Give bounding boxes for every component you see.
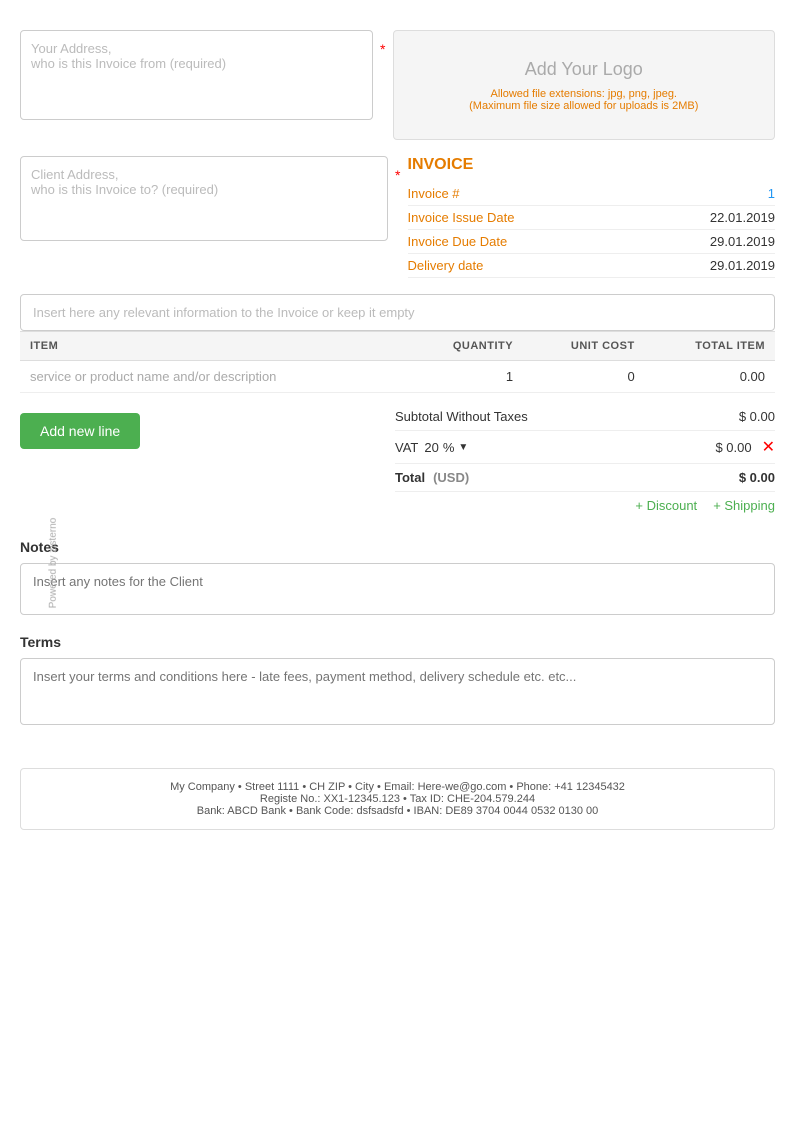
subtotal-label: Subtotal Without Taxes	[395, 409, 528, 424]
item-total: 0.00	[645, 361, 775, 393]
client-placeholder-line2: who is this Invoice to? (required)	[31, 182, 218, 197]
address-required-star: *	[380, 41, 385, 57]
invoice-title: INVOICE	[408, 156, 776, 174]
subtotal-value: $ 0.00	[739, 409, 775, 424]
footer-line1: My Company • Street 1111 • CH ZIP • City…	[33, 781, 762, 793]
notes-title: Notes	[20, 539, 775, 555]
col-quantity: QUANTITY	[407, 332, 523, 361]
col-unit-cost: UNIT COST	[523, 332, 645, 361]
invoice-details: INVOICE Invoice # 1 Invoice Issue Date 2…	[408, 156, 776, 278]
vat-percent-value: 20	[424, 440, 438, 455]
invoice-field-row: Invoice Issue Date 22.01.2019	[408, 206, 776, 230]
notes-section: Notes	[20, 539, 775, 618]
vat-chevron-icon[interactable]: ▼	[458, 442, 468, 453]
col-total-item: TOTAL ITEM	[645, 332, 775, 361]
invoice-field-row: Invoice # 1	[408, 182, 776, 206]
invoice-field-label: Invoice #	[408, 186, 460, 201]
terms-section: Terms	[20, 634, 775, 728]
total-value: $ 0.00	[739, 470, 775, 485]
invoice-field-row: Delivery date 29.01.2019	[408, 254, 776, 278]
logo-upload-box[interactable]: Add Your Logo Allowed file extensions: j…	[393, 30, 776, 140]
invoice-info-bar[interactable]: Insert here any relevant information to …	[20, 294, 775, 331]
invoice-field-label: Delivery date	[408, 258, 484, 273]
address-placeholder-line2: who is this Invoice from (required)	[31, 56, 226, 71]
items-table: ITEM QUANTITY UNIT COST TOTAL ITEM servi…	[20, 331, 775, 393]
logo-note: Allowed file extensions: jpg, png, jpeg.…	[469, 88, 698, 112]
invoice-field-value: 29.01.2019	[710, 234, 775, 249]
vat-label: VAT	[395, 440, 418, 455]
invoice-field-value: 22.01.2019	[710, 210, 775, 225]
vat-value: $ 0.00	[715, 440, 751, 455]
invoice-field-row: Invoice Due Date 29.01.2019	[408, 230, 776, 254]
left-bottom: Add new line	[20, 403, 395, 519]
client-required-star: *	[395, 167, 400, 183]
discount-shipping-row: + Discount + Shipping	[395, 492, 775, 519]
invoice-field-value[interactable]: 1	[768, 186, 775, 201]
discount-link[interactable]: + Discount	[635, 498, 697, 513]
shipping-link[interactable]: + Shipping	[713, 498, 775, 513]
your-address-box[interactable]: Your Address, who is this Invoice from (…	[20, 30, 373, 120]
footer-line3: Bank: ABCD Bank • Bank Code: dsfsadsfd •…	[33, 805, 762, 817]
logo-title: Add Your Logo	[525, 59, 643, 80]
info-bar-placeholder: Insert here any relevant information to …	[33, 305, 415, 320]
address-placeholder-line1: Your Address,	[31, 41, 111, 56]
client-address-box[interactable]: Client Address, who is this Invoice to? …	[20, 156, 388, 241]
total-currency: (USD)	[433, 470, 469, 485]
right-bottom: Subtotal Without Taxes $ 0.00 VAT 20 % ▼…	[395, 403, 775, 519]
terms-title: Terms	[20, 634, 775, 650]
client-placeholder-line1: Client Address,	[31, 167, 118, 182]
vat-delete-icon[interactable]: ✕	[762, 437, 775, 457]
subtotal-row: Subtotal Without Taxes $ 0.00	[395, 403, 775, 431]
terms-input[interactable]	[20, 658, 775, 725]
item-quantity[interactable]: 1	[407, 361, 523, 393]
invoice-field-value: 29.01.2019	[710, 258, 775, 273]
col-item: ITEM	[20, 332, 407, 361]
footer: My Company • Street 1111 • CH ZIP • City…	[20, 768, 775, 830]
total-label: Total	[395, 470, 425, 485]
footer-line2: Registe No.: XX1-12345.123 • Tax ID: CHE…	[33, 793, 762, 805]
item-unit-cost[interactable]: 0	[523, 361, 645, 393]
table-row: service or product name and/or descripti…	[20, 361, 775, 393]
add-new-line-button[interactable]: Add new line	[20, 413, 140, 449]
invoice-field-label: Invoice Issue Date	[408, 210, 515, 225]
powered-label: Powered by zisterno	[48, 517, 59, 608]
vat-percent-box[interactable]: 20 % ▼	[424, 440, 468, 455]
item-name[interactable]: service or product name and/or descripti…	[20, 361, 407, 393]
total-row: Total (USD) $ 0.00	[395, 464, 775, 492]
vat-row: VAT 20 % ▼ $ 0.00 ✕	[395, 431, 775, 464]
notes-input[interactable]	[20, 563, 775, 615]
vat-symbol: %	[443, 440, 455, 455]
invoice-field-label: Invoice Due Date	[408, 234, 508, 249]
